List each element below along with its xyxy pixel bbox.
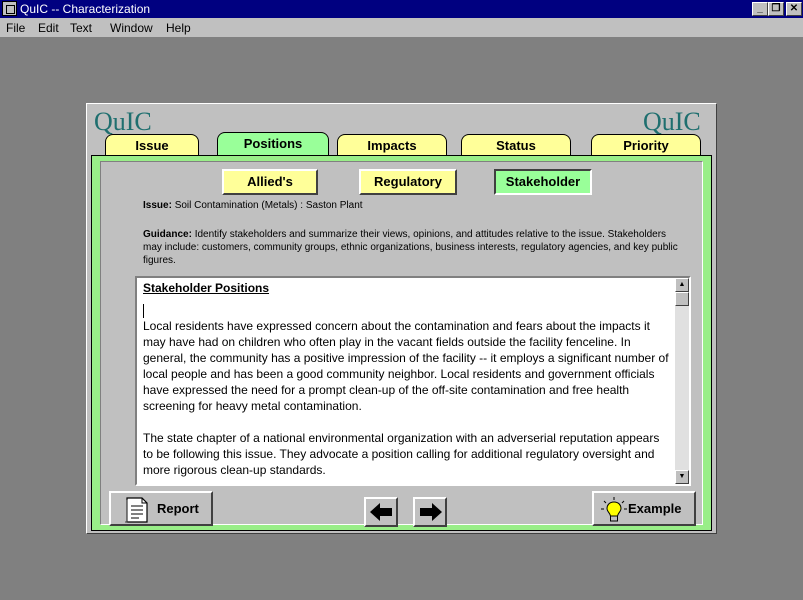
tab-content-frame: Allied's Regulatory Stakeholder Issue: S… xyxy=(91,155,712,531)
window-title: QuIC -- Characterization xyxy=(20,2,151,16)
logo-right: QuIC xyxy=(643,107,701,136)
close-button[interactable]: ✕ xyxy=(786,2,802,16)
scroll-thumb[interactable] xyxy=(675,292,689,306)
issue-label: Issue: xyxy=(143,200,172,211)
scroll-up-button[interactable]: ▲ xyxy=(675,278,689,292)
subtab-allieds[interactable]: Allied's xyxy=(222,169,318,195)
tab-content: Allied's Regulatory Stakeholder Issue: S… xyxy=(100,161,703,527)
menu-help[interactable]: Help xyxy=(166,21,191,35)
editor-paragraph: The state chapter of a national environm… xyxy=(143,431,660,477)
lightbulb-icon xyxy=(601,497,627,522)
tab-priority[interactable]: Priority xyxy=(591,134,701,156)
scroll-down-button[interactable]: ▼ xyxy=(675,470,689,484)
guidance-label: Guidance: xyxy=(143,229,192,240)
left-arrow-icon xyxy=(370,503,392,521)
issue-text: Soil Contamination (Metals) : Saston Pla… xyxy=(174,200,363,211)
report-label: Report xyxy=(157,501,199,516)
tab-positions[interactable]: Positions xyxy=(217,132,329,156)
editor-content[interactable]: Stakeholder Positions Local residents ha… xyxy=(143,280,669,478)
subtab-stakeholder[interactable]: Stakeholder xyxy=(494,169,592,195)
restore-button[interactable]: ❐ xyxy=(768,2,784,16)
menu-edit[interactable]: Edit xyxy=(38,21,59,35)
back-button[interactable] xyxy=(364,497,398,527)
right-arrow-icon xyxy=(420,503,442,521)
stakeholder-text-editor[interactable]: Stakeholder Positions Local residents ha… xyxy=(135,276,691,486)
tab-issue[interactable]: Issue xyxy=(105,134,199,156)
example-label: Example xyxy=(628,501,682,516)
title-bar: QuIC -- Characterization _ ❐ ✕ xyxy=(0,0,803,18)
vertical-scrollbar[interactable]: ▲ ▼ xyxy=(675,278,689,484)
app-icon[interactable] xyxy=(2,1,17,16)
logo-left: QuIC xyxy=(94,107,152,136)
menu-window[interactable]: Window xyxy=(110,21,153,35)
minimize-button[interactable]: _ xyxy=(752,2,768,16)
forward-button[interactable] xyxy=(413,497,447,527)
guidance-block: Guidance: Identify stakeholders and summ… xyxy=(143,228,681,267)
report-icon xyxy=(125,497,148,523)
editor-heading: Stakeholder Positions xyxy=(143,281,270,295)
text-cursor xyxy=(143,303,144,318)
example-button[interactable]: Example xyxy=(592,491,696,526)
menu-file[interactable]: File xyxy=(6,21,25,35)
guidance-text: Identify stakeholders and summarize thei… xyxy=(143,229,678,266)
tab-status[interactable]: Status xyxy=(461,134,571,156)
report-button[interactable]: Report xyxy=(109,491,213,526)
menu-text[interactable]: Text xyxy=(70,21,92,35)
tab-impacts[interactable]: Impacts xyxy=(337,134,447,156)
editor-paragraph: Local residents have expressed concern a… xyxy=(143,319,669,413)
main-panel: QuIC QuIC Issue Positions Impacts Status… xyxy=(86,103,717,534)
issue-line: Issue: Soil Contamination (Metals) : Sas… xyxy=(143,199,363,212)
subtab-regulatory[interactable]: Regulatory xyxy=(359,169,457,195)
menu-bar: File Edit Text Window Help xyxy=(0,18,803,38)
